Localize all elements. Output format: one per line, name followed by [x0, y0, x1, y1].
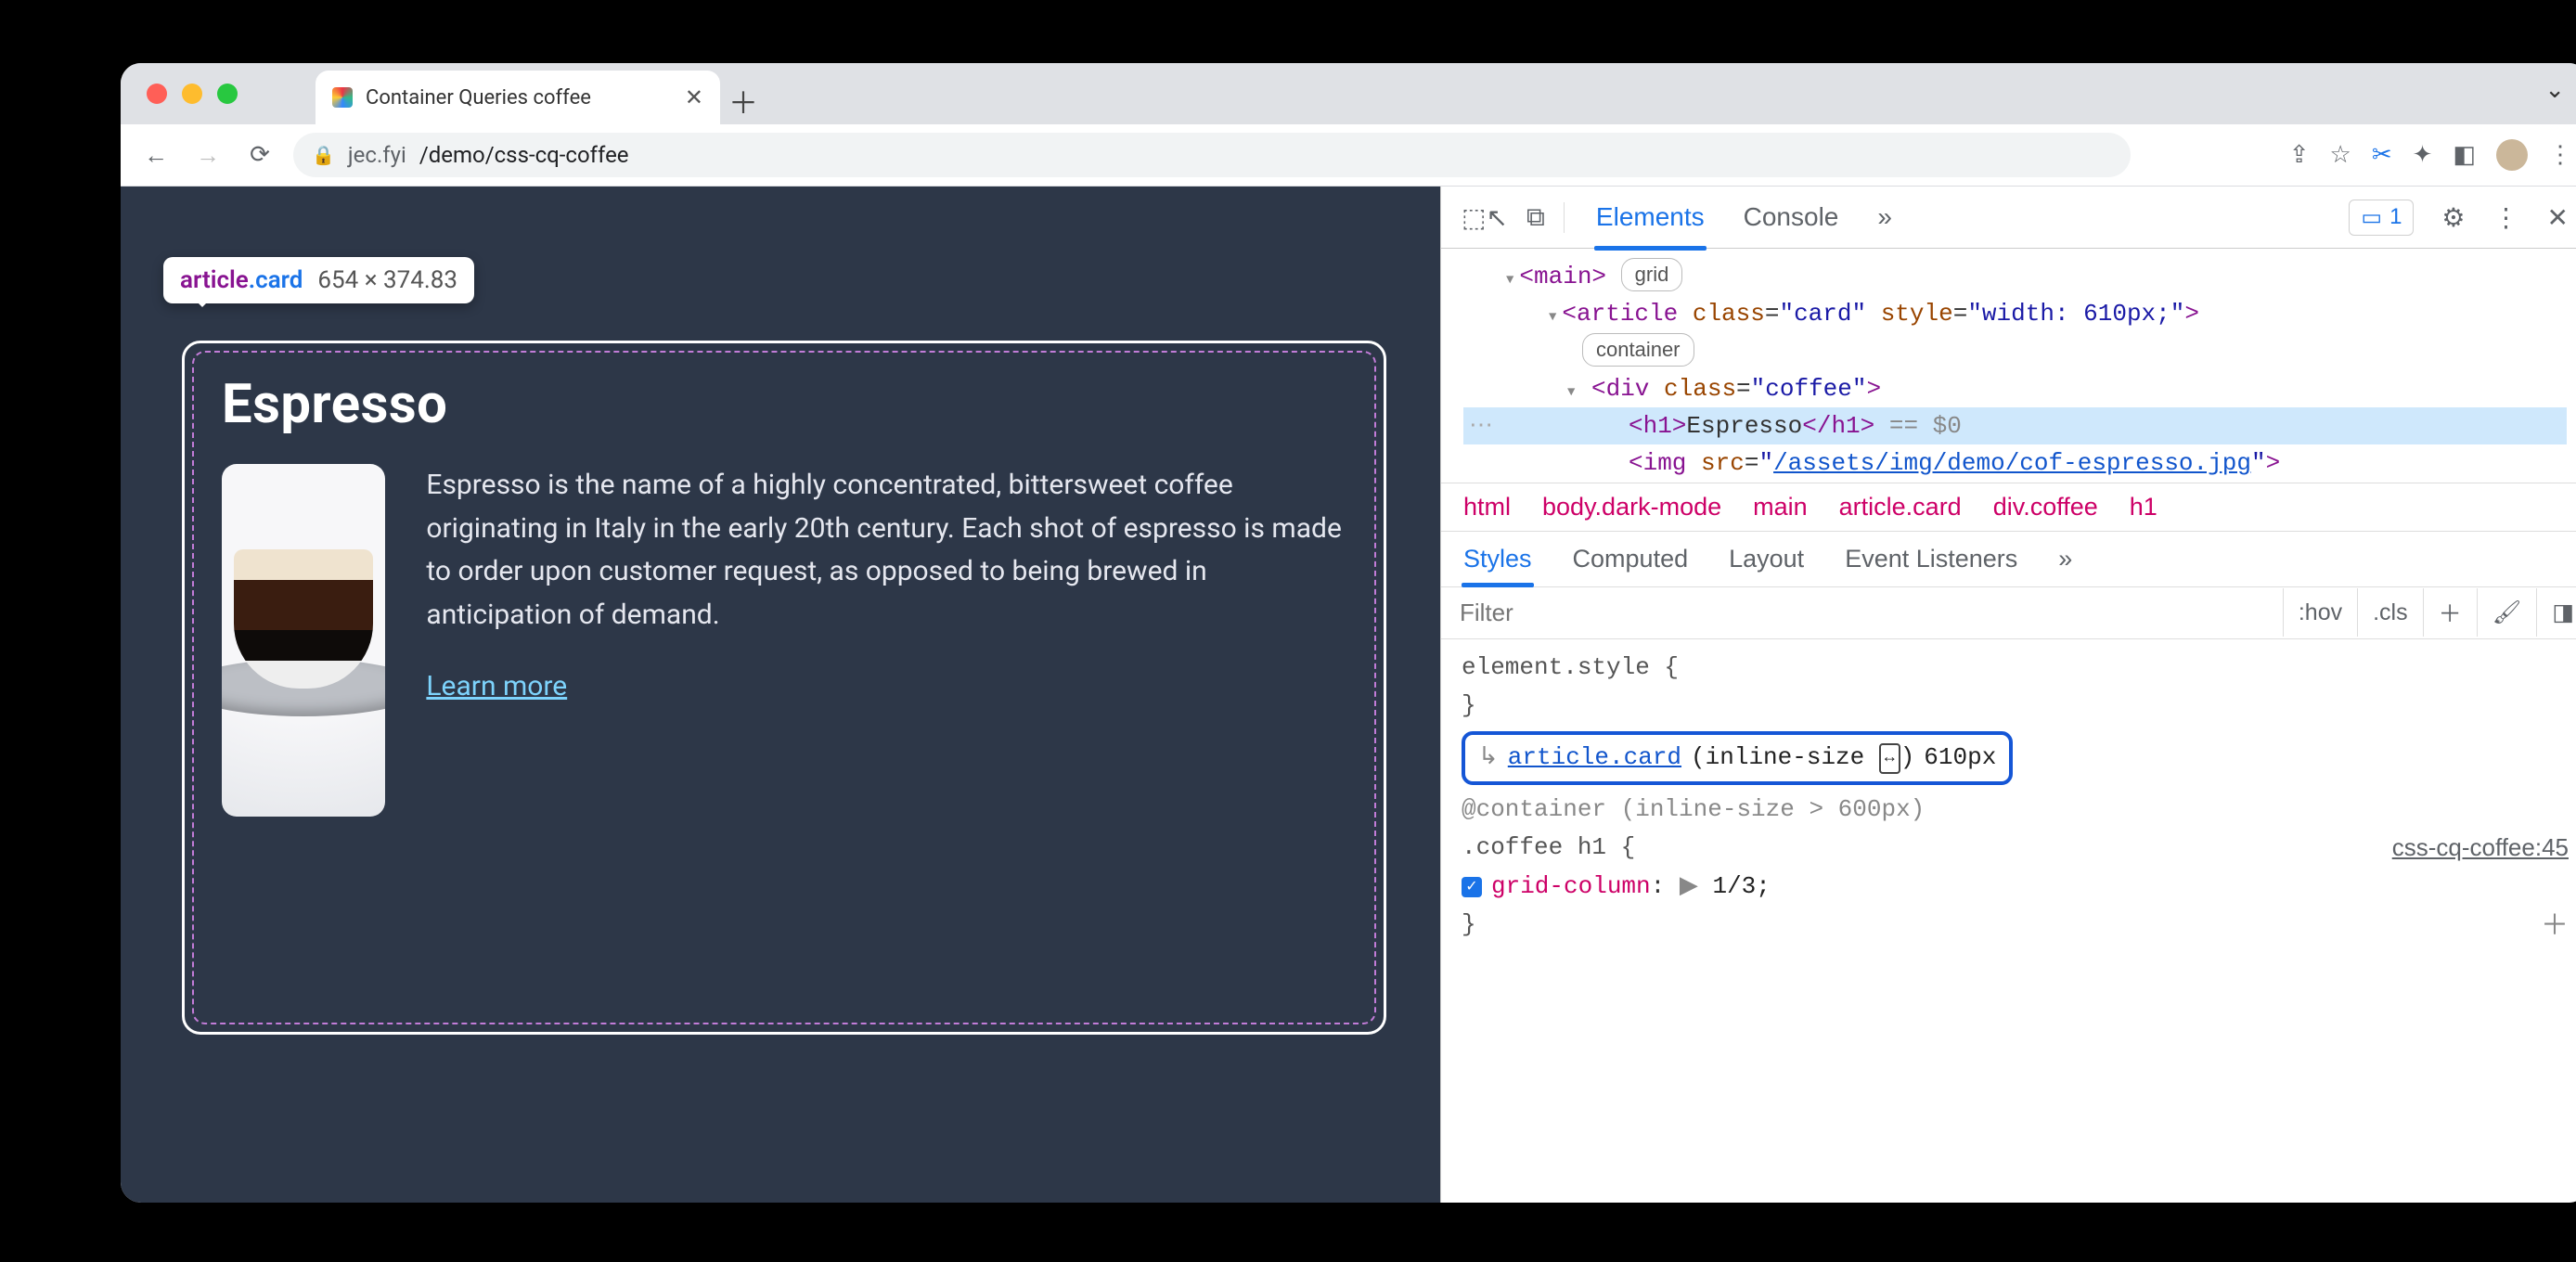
url-host: jec.fyi [348, 142, 406, 168]
add-prop-icon[interactable]: ＋ [2541, 906, 2569, 950]
tab-strip: Container Queries coffee ✕ ＋ ⌄ [121, 63, 2576, 124]
scissors-icon[interactable]: ✂ [2372, 141, 2392, 169]
maximize-window-icon[interactable] [217, 84, 238, 104]
crumb-html[interactable]: html [1463, 493, 1511, 522]
coffee-image [222, 464, 385, 817]
tab-title: Container Queries coffee [366, 86, 591, 109]
forward-button[interactable]: → [189, 136, 226, 174]
element-picker-icon[interactable]: ⬚↖ [1462, 202, 1508, 233]
subtab-computed[interactable]: Computed [1573, 545, 1689, 573]
crumb-div[interactable]: div.coffee [1993, 493, 2098, 522]
tab-elements[interactable]: Elements [1596, 202, 1705, 232]
element-style-open: element.style { [1462, 649, 2569, 688]
tabs-dropdown-icon[interactable]: ⌄ [2544, 76, 2565, 104]
settings-icon[interactable]: ⚙ [2441, 202, 2465, 233]
minimize-window-icon[interactable] [182, 84, 202, 104]
menu-icon[interactable]: ⋮ [2548, 141, 2572, 169]
badge-grid[interactable]: grid [1621, 258, 1683, 291]
tab-console[interactable]: Console [1744, 202, 1839, 232]
rule-selector: .coffee h1 { [1462, 833, 1635, 861]
learn-more-link[interactable]: Learn more [426, 670, 1346, 702]
card-description: Espresso is the name of a highly concent… [426, 464, 1346, 637]
browser-window: Container Queries coffee ✕ ＋ ⌄ ← → ⟳ 🔒 j… [121, 63, 2576, 1203]
dom-eq0: == $0 [1874, 412, 1962, 440]
lock-icon: 🔒 [312, 144, 335, 166]
tooltip-tag: article [180, 266, 249, 294]
address-bar[interactable]: 🔒 jec.fyi/demo/css-cq-coffee [293, 133, 2131, 177]
toolbar-right: ⇪ ☆ ✂ ✦ ◧ ⋮ [2289, 139, 2572, 171]
query-selector[interactable]: article.card [1508, 739, 1681, 778]
paint-icon[interactable]: 🖌 [2477, 588, 2537, 637]
devtools-panel: ⬚↖ ⧉ Elements Console » ▭ 1 ⚙ ⋮ ✕ <main>… [1440, 187, 2576, 1203]
prop-value[interactable]: 1/3; [1712, 872, 1770, 900]
issues-badge[interactable]: ▭ 1 [2349, 200, 2414, 236]
dom-selected-row[interactable]: ⋯<h1>Espresso</h1> == $0 [1463, 407, 2567, 444]
container-query-pill[interactable]: ↳ article.card (inline-size ↔) 610px [1462, 731, 2013, 785]
new-tab-button[interactable]: ＋ [720, 78, 766, 124]
share-icon[interactable]: ⇪ [2289, 141, 2310, 169]
styles-filter-row: :hov .cls ＋ 🖌 ◨ [1441, 587, 2576, 639]
new-rule-icon[interactable]: ＋ [2423, 588, 2477, 637]
device-toggle-icon[interactable]: ⧉ [1526, 202, 1545, 233]
styles-subtabs: Styles Computed Layout Event Listeners » [1441, 532, 2576, 587]
element-style-close: } [1462, 687, 2569, 726]
crumb-article[interactable]: article.card [1839, 493, 1962, 522]
subtab-styles[interactable]: Styles [1463, 545, 1532, 573]
badge-container[interactable]: container [1582, 333, 1694, 367]
back-button[interactable]: ← [137, 136, 174, 174]
styles-pane[interactable]: element.style { } ↳ article.card (inline… [1441, 639, 2576, 951]
reload-button[interactable]: ⟳ [241, 136, 278, 174]
tooltip-dimensions: 654 × 374.83 [317, 266, 457, 294]
source-file-link[interactable]: css-cq-coffee:45 [2392, 829, 2569, 868]
crumb-body[interactable]: body.dark-mode [1542, 493, 1721, 522]
favicon-icon [332, 87, 353, 108]
subtab-layout[interactable]: Layout [1729, 545, 1804, 573]
profile-avatar[interactable] [2496, 139, 2528, 171]
prop-name[interactable]: grid-column [1491, 872, 1651, 900]
tab-more[interactable]: » [1877, 202, 1892, 232]
content-row: article.card 654 × 374.83 Espresso Espre… [121, 187, 2576, 1203]
sidepanel-icon[interactable]: ◧ [2453, 141, 2476, 169]
img-src-link[interactable]: /assets/img/demo/cof-espresso.jpg [1773, 449, 2251, 477]
card-title: Espresso [222, 373, 1346, 436]
dom-tree[interactable]: <main> grid <article class="card" style=… [1441, 249, 2576, 483]
hov-toggle[interactable]: :hov [2283, 588, 2357, 637]
resize-icon: ↔ [1879, 743, 1900, 774]
styles-filter-input[interactable] [1441, 587, 2283, 638]
dom-breadcrumb[interactable]: html body.dark-mode main article.card di… [1441, 483, 2576, 532]
close-window-icon[interactable] [147, 84, 167, 104]
toolbar: ← → ⟳ 🔒 jec.fyi/demo/css-cq-coffee ⇪ ☆ ✂… [121, 124, 2576, 187]
coffee-card: Espresso Espresso is the name of a highl… [182, 341, 1386, 1035]
prop-checkbox[interactable]: ✓ [1462, 877, 1482, 897]
issues-count: 1 [2389, 204, 2402, 230]
subtab-event[interactable]: Event Listeners [1845, 545, 2017, 573]
tooltip-class: .card [249, 266, 303, 294]
bookmark-icon[interactable]: ☆ [2330, 141, 2351, 169]
close-devtools-icon[interactable]: ✕ [2547, 202, 2569, 233]
crumb-h1[interactable]: h1 [2130, 493, 2157, 522]
browser-tab[interactable]: Container Queries coffee ✕ [316, 71, 720, 124]
rule-close: }＋ [1462, 906, 2569, 945]
url-path: /demo/css-cq-coffee [419, 142, 629, 168]
row-actions-icon[interactable]: ⋯ [1469, 407, 1493, 444]
close-tab-icon[interactable]: ✕ [685, 84, 703, 110]
dom-main[interactable]: <main> [1519, 263, 1606, 290]
crumb-main[interactable]: main [1753, 493, 1808, 522]
extensions-icon[interactable]: ✦ [2413, 141, 2433, 169]
at-container-rule: @container (inline-size > 600px) [1462, 791, 2569, 830]
query-size: 610px [1924, 739, 1996, 778]
inspect-tooltip: article.card 654 × 374.83 [163, 257, 474, 303]
computed-toggle-icon[interactable]: ◨ [2536, 588, 2576, 637]
cls-toggle[interactable]: .cls [2357, 588, 2423, 637]
subtab-more[interactable]: » [2058, 545, 2072, 573]
kebab-icon[interactable]: ⋮ [2493, 202, 2519, 233]
window-controls [147, 84, 238, 104]
devtools-toolbar: ⬚↖ ⧉ Elements Console » ▭ 1 ⚙ ⋮ ✕ [1441, 187, 2576, 249]
page-viewport: article.card 654 × 374.83 Espresso Espre… [121, 187, 1440, 1203]
